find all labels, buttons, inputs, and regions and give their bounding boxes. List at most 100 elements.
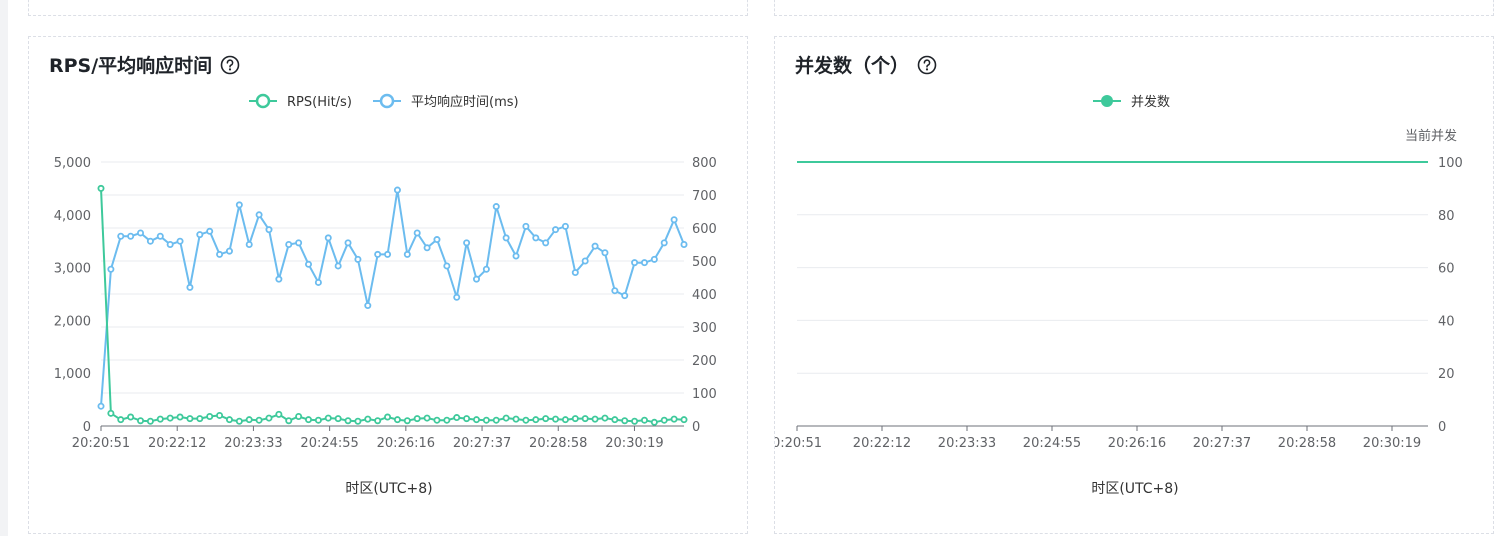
concurrency-panel: 并发数（个） 100 80 60 40 20 0 当前并发 0:20:51 20:22:12 20… — [774, 36, 1494, 534]
x-tick-label: 20:22:12 — [853, 436, 911, 451]
data-point — [186, 283, 194, 291]
legend-label: 并发数 — [1131, 94, 1170, 110]
data-point — [265, 226, 273, 234]
data-point — [196, 415, 204, 423]
data-point — [137, 229, 145, 237]
data-point — [581, 257, 589, 265]
data-point — [176, 237, 184, 245]
data-point — [186, 415, 194, 423]
rps-chart[interactable]: 5,000 4,000 3,000 2,000 1,000 0 800 700 600 500 40… — [29, 37, 749, 535]
data-point — [97, 402, 105, 410]
data-point — [601, 414, 609, 422]
series-line — [100, 189, 685, 407]
x-tick-label: 20:30:19 — [605, 436, 663, 451]
legend-label: 平均响应时间(ms) — [411, 94, 519, 110]
data-point — [206, 227, 214, 235]
x-tick-label: 20:26:16 — [377, 436, 435, 451]
data-point — [295, 412, 303, 420]
y2-tick-label: 400 — [692, 288, 717, 303]
data-point — [176, 413, 184, 421]
data-point — [542, 415, 550, 423]
y-tick-label: 40 — [1438, 314, 1455, 329]
data-point — [650, 255, 658, 263]
data-point — [225, 416, 233, 424]
data-point — [255, 416, 263, 424]
data-point — [670, 415, 678, 423]
data-point — [482, 416, 490, 424]
data-point — [235, 417, 243, 425]
x-tick-label: 20:27:37 — [453, 436, 511, 451]
data-point — [245, 240, 253, 248]
data-point — [374, 250, 382, 258]
data-point — [640, 416, 648, 424]
data-point — [492, 203, 500, 211]
data-point — [216, 250, 224, 258]
data-point — [621, 417, 629, 425]
data-point — [285, 417, 293, 425]
data-point — [354, 417, 362, 425]
data-point — [334, 262, 342, 270]
x-tick-label: 0:20:51 — [775, 436, 822, 451]
x-axis-label: 时区(UTC+8) — [345, 481, 432, 497]
data-point — [275, 275, 283, 283]
data-point — [512, 252, 520, 260]
data-point — [324, 234, 332, 242]
data-point — [156, 232, 164, 240]
data-point — [453, 414, 461, 422]
top-panel-right — [774, 0, 1494, 16]
x-tick-label: 20:20:51 — [72, 436, 130, 451]
data-point — [423, 244, 431, 252]
data-point — [522, 222, 530, 230]
data-point — [314, 278, 322, 286]
data-point — [453, 293, 461, 301]
concurrency-chart[interactable]: 100 80 60 40 20 0 当前并发 0:20:51 20:22:12 20:23:33 2… — [775, 37, 1495, 535]
y-axis-label: 当前并发 — [1405, 128, 1457, 144]
y-tick-label: 0 — [83, 420, 91, 435]
y2-tick-label: 800 — [692, 156, 717, 171]
y-tick-label: 20 — [1438, 367, 1455, 382]
data-point — [295, 239, 303, 247]
data-point — [423, 414, 431, 422]
data-point — [225, 247, 233, 255]
data-point — [502, 234, 510, 242]
data-point — [265, 414, 273, 422]
data-point — [245, 416, 253, 424]
x-tick-label: 20:24:55 — [300, 436, 358, 451]
data-point — [255, 211, 263, 219]
y-tick-label: 1,000 — [54, 367, 91, 382]
y-tick-label: 4,000 — [54, 209, 91, 224]
y-tick-label: 60 — [1438, 262, 1455, 277]
data-point — [364, 415, 372, 423]
data-point — [680, 416, 688, 424]
data-point — [127, 232, 135, 240]
data-point — [146, 417, 154, 425]
top-panel-left — [28, 0, 748, 16]
data-point — [581, 415, 589, 423]
data-point — [166, 414, 174, 422]
data-point — [552, 226, 560, 234]
y2-tick-label: 0 — [692, 420, 700, 435]
data-point — [660, 239, 668, 247]
y2-tick-label: 500 — [692, 255, 717, 270]
data-point — [384, 250, 392, 258]
data-point — [403, 250, 411, 258]
data-point — [532, 234, 540, 242]
data-point — [640, 259, 648, 267]
data-point — [305, 416, 313, 424]
y-tick-label: 80 — [1438, 209, 1455, 224]
data-point — [206, 412, 214, 420]
data-point — [117, 232, 125, 240]
data-point — [364, 302, 372, 310]
data-point — [107, 409, 115, 417]
y-tick-label: 5,000 — [54, 156, 91, 171]
data-point — [285, 240, 293, 248]
data-point — [384, 413, 392, 421]
x-tick-label: 20:23:33 — [224, 436, 282, 451]
x-tick-label: 20:22:12 — [148, 436, 206, 451]
legend-marker — [255, 93, 271, 109]
x-tick-label: 20:24:55 — [1023, 436, 1081, 451]
data-point — [107, 265, 115, 273]
x-tick-label: 20:27:37 — [1193, 436, 1251, 451]
y-tick-label: 3,000 — [54, 262, 91, 277]
data-point — [156, 415, 164, 423]
